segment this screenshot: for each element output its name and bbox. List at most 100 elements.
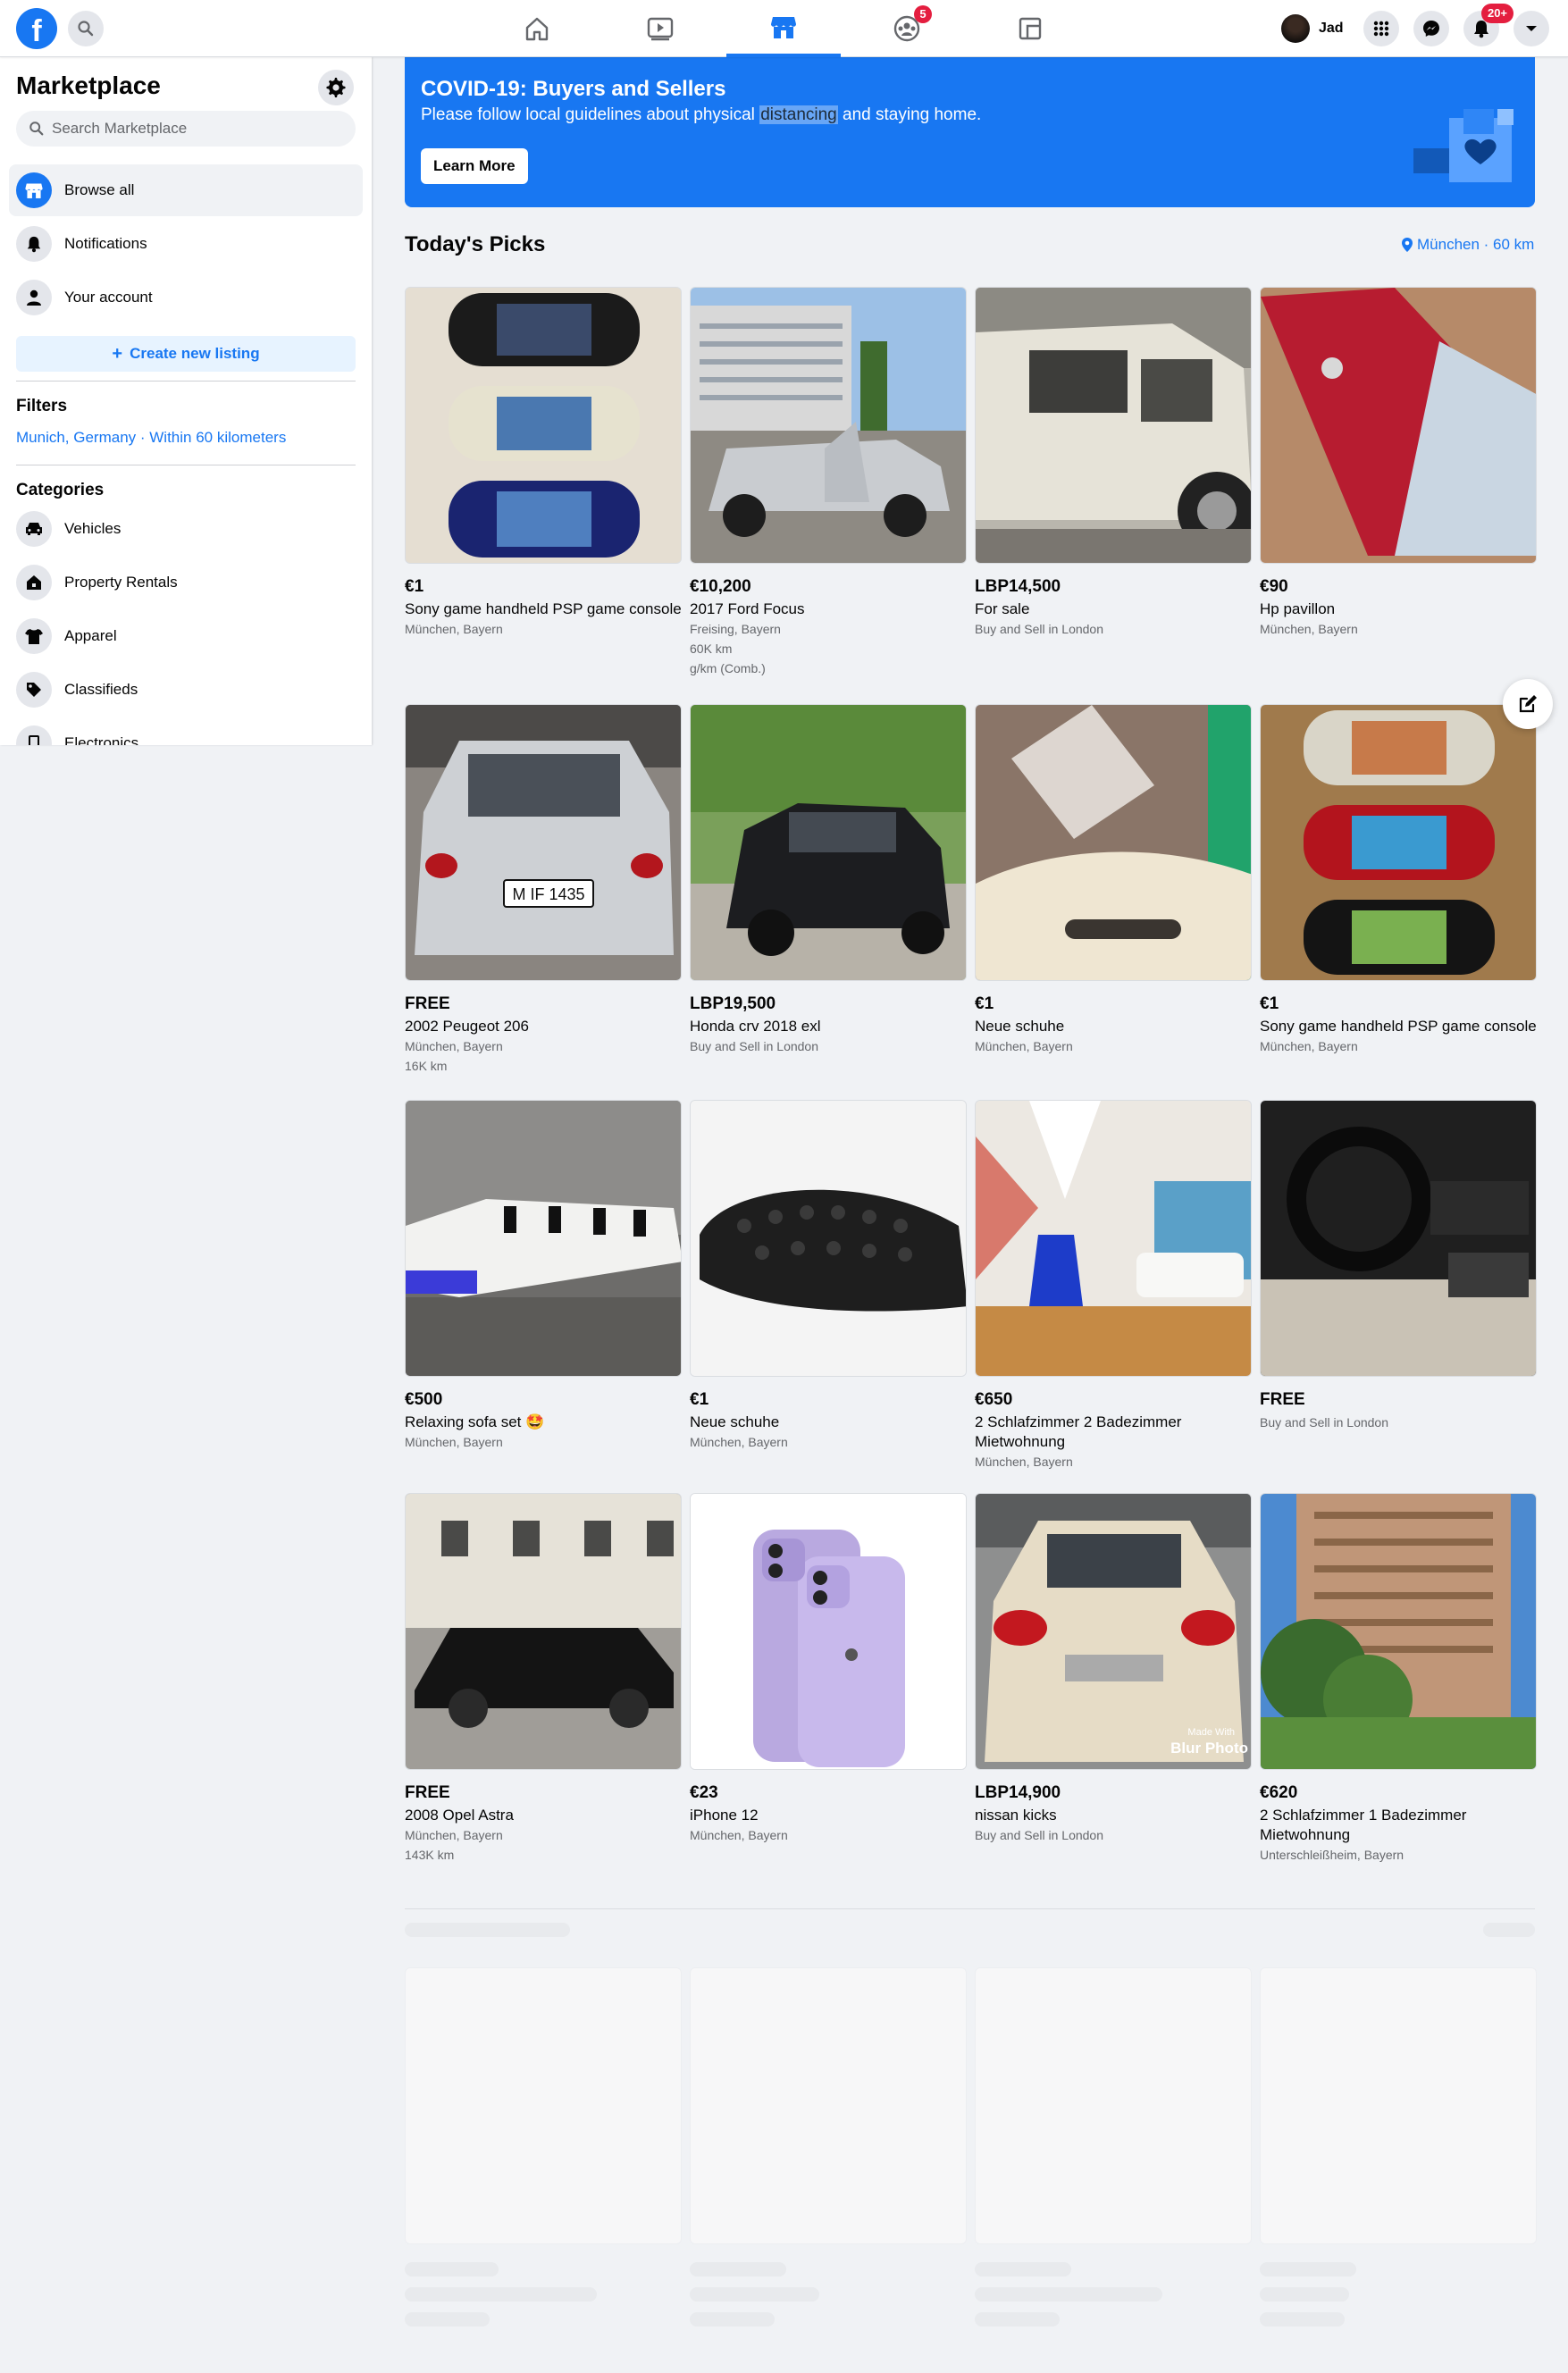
listing-image[interactable]	[1260, 704, 1537, 981]
loading-placeholder	[405, 2287, 597, 2302]
listing-card[interactable]: FREE 2008 Opel Astra München, Bayern 143…	[405, 1493, 682, 1865]
caret-down-icon	[1526, 26, 1537, 31]
gear-icon	[326, 78, 346, 97]
compose-icon	[1519, 695, 1537, 713]
listing-image[interactable]	[1260, 1493, 1537, 1770]
listing-card[interactable]: Made With Blur Photo LBP14,900 nissan kic…	[975, 1493, 1252, 1845]
listing-card[interactable]: €90 Hp pavillon München, Bayern	[1260, 287, 1537, 639]
storefront-icon	[16, 172, 52, 208]
messenger-button[interactable]	[1413, 11, 1449, 46]
listing-location: München, Bayern	[975, 1039, 1073, 1053]
search-button[interactable]	[68, 11, 104, 46]
tag-icon	[16, 672, 52, 708]
category-property-rentals[interactable]: Property Rentals	[9, 558, 363, 608]
notifications-badge: 20+	[1481, 4, 1513, 23]
house-icon	[16, 565, 52, 600]
listing-location: München, Bayern	[1260, 622, 1358, 636]
listing-image[interactable]: Made With Blur Photo	[975, 1493, 1252, 1770]
loading-placeholder	[690, 2312, 775, 2327]
listing-image[interactable]	[405, 287, 682, 564]
nav-tab-marketplace[interactable]	[726, 0, 841, 57]
nav-tab-gaming[interactable]	[973, 0, 1087, 57]
nav-tab-groups[interactable]: 5	[850, 0, 964, 57]
category-vehicles[interactable]: Vehicles	[9, 504, 363, 554]
listing-card[interactable]: €23 iPhone 12 München, Bayern	[690, 1493, 967, 1845]
nav-tab-watch[interactable]	[603, 0, 717, 57]
listing-image[interactable]	[1260, 287, 1537, 564]
listing-price: €650	[975, 1390, 1013, 1409]
listing-image[interactable]	[975, 287, 1252, 564]
nav-tab-home[interactable]	[480, 0, 594, 57]
listing-card[interactable]: €1 Neue schuhe München, Bayern	[690, 1100, 967, 1452]
account-menu-button[interactable]	[1513, 11, 1549, 46]
create-listing-label: Create new listing	[130, 345, 260, 362]
listing-image[interactable]	[690, 1100, 967, 1377]
listing-mileage: 16K km	[405, 1059, 448, 1073]
listing-price: €1	[690, 1390, 709, 1409]
location-pin-icon	[1402, 238, 1413, 252]
listing-price: €1	[975, 994, 994, 1013]
listing-image[interactable]	[690, 287, 967, 564]
sidebar-item-label: Your account	[64, 289, 153, 306]
sidebar-item-your-account[interactable]: Your account	[9, 272, 363, 323]
listing-image[interactable]: M IF 1435	[405, 704, 682, 981]
search-icon	[29, 122, 44, 136]
listing-image[interactable]	[405, 1100, 682, 1377]
plus-icon: +	[112, 344, 123, 364]
sidebar-item-browse-all[interactable]: Browse all	[9, 164, 363, 216]
listing-emissions: g/km (Comb.)	[690, 661, 766, 675]
listing-price: FREE	[405, 1783, 450, 1802]
create-listing-button[interactable]: + Create new listing	[16, 336, 356, 372]
listing-card[interactable]: LBP14,500 For sale Buy and Sell in Londo…	[975, 287, 1252, 639]
sidebar-item-notifications[interactable]: Notifications	[9, 218, 363, 270]
listing-card[interactable]: FREE Buy and Sell in London	[1260, 1100, 1537, 1432]
listing-mileage: 143K km	[405, 1848, 455, 1862]
storefront-icon	[771, 17, 796, 38]
category-apparel[interactable]: Apparel	[9, 611, 363, 661]
settings-button[interactable]	[318, 70, 354, 105]
listing-card[interactable]: LBP19,500 Honda crv 2018 exl Buy and Sel…	[690, 704, 967, 1056]
listing-card[interactable]: €10,200 2017 Ford Focus Freising, Bayern…	[690, 287, 967, 678]
learn-more-button[interactable]: Learn More	[421, 148, 528, 184]
facebook-logo[interactable]: f	[16, 8, 57, 49]
watermark-line: Blur Photo	[1170, 1740, 1248, 1757]
listing-image[interactable]	[975, 1100, 1252, 1377]
listing-card[interactable]: €500 Relaxing sofa set 🤩 München, Bayern	[405, 1100, 682, 1452]
category-electronics[interactable]: Electronics	[9, 718, 363, 745]
listing-location: Unterschleißheim, Bayern	[1260, 1848, 1404, 1862]
listing-title: Relaxing sofa set 🤩	[405, 1413, 545, 1430]
listing-card[interactable]: €1 Sony game handheld PSP game console M…	[1260, 704, 1537, 1056]
listing-price: €90	[1260, 577, 1288, 596]
listing-location: München, Bayern	[975, 1455, 1073, 1469]
location-link[interactable]: München · 60 km	[1401, 236, 1534, 254]
listing-price: LBP19,500	[690, 994, 776, 1013]
listing-image[interactable]	[690, 1493, 967, 1770]
listing-card[interactable]: €650 2 Schlafzimmer 2 Badezimmer Mietwoh…	[975, 1100, 1252, 1472]
category-classifieds[interactable]: Classifieds	[9, 665, 363, 715]
listing-image[interactable]	[690, 704, 967, 981]
loading-placeholder	[690, 2287, 819, 2302]
listing-image[interactable]	[1260, 1100, 1537, 1377]
loading-placeholder	[405, 2262, 499, 2277]
listing-card[interactable]: €1 Neue schuhe München, Bayern	[975, 704, 1252, 1056]
listing-image[interactable]	[405, 1493, 682, 1770]
menu-button[interactable]	[1363, 11, 1399, 46]
watermark-line: Made With	[1187, 1727, 1235, 1738]
listing-price: €620	[1260, 1783, 1298, 1802]
marketplace-search[interactable]	[16, 111, 356, 147]
notifications-button[interactable]: 20+	[1463, 4, 1513, 46]
divider	[405, 1908, 1535, 1909]
listing-card[interactable]: €1 Sony game handheld PSP game console M…	[405, 287, 682, 639]
categories-heading: Categories	[16, 481, 105, 499]
listing-image[interactable]	[975, 704, 1252, 981]
location-filter-link[interactable]: Munich, Germany · Within 60 kilometers	[16, 429, 286, 447]
listing-location: Buy and Sell in London	[975, 622, 1103, 636]
listing-location: Freising, Bayern	[690, 622, 781, 636]
new-message-button[interactable]	[1503, 679, 1553, 729]
listing-title: 2008 Opel Astra	[405, 1807, 514, 1824]
listing-card[interactable]: €620 2 Schlafzimmer 1 Badezimmer Mietwoh…	[1260, 1493, 1537, 1865]
listing-card[interactable]: M IF 1435 FREE 2002 Peugeot 206 München,…	[405, 704, 682, 1076]
home-icon	[525, 17, 549, 41]
search-input[interactable]	[52, 120, 338, 138]
profile-button[interactable]: Jad	[1278, 11, 1353, 46]
